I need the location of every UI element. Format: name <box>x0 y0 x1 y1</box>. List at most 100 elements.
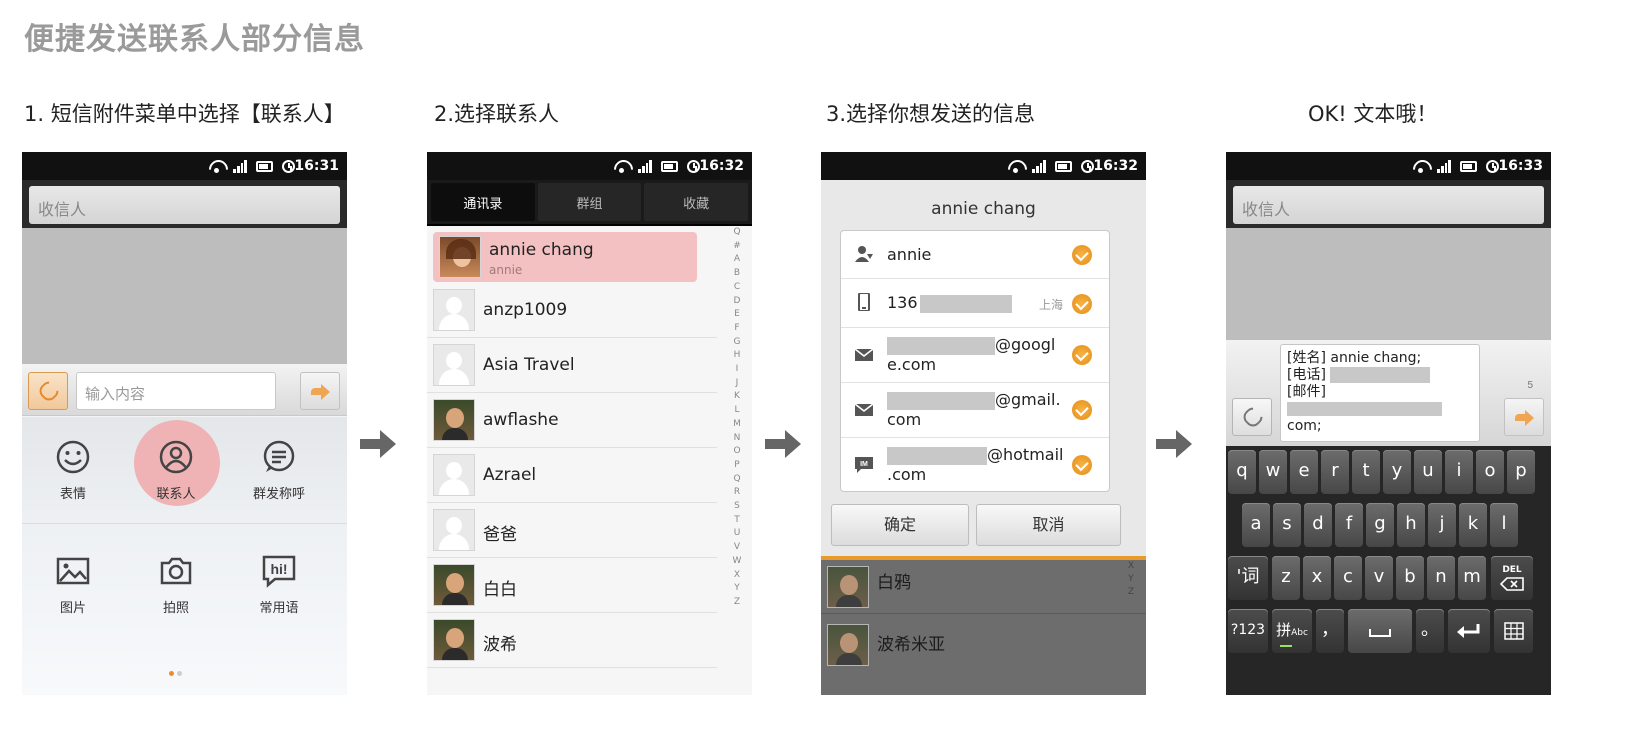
key[interactable]: n <box>1427 556 1455 600</box>
key[interactable]: h <box>1397 503 1425 547</box>
checked-icon[interactable] <box>1072 345 1092 365</box>
index-letter[interactable]: Y <box>734 582 740 596</box>
key[interactable]: r <box>1321 450 1349 494</box>
contact-row[interactable]: 白白 <box>427 558 717 613</box>
key[interactable]: e <box>1290 450 1318 494</box>
index-letter[interactable]: Q <box>733 473 740 487</box>
key[interactable]: d <box>1304 503 1332 547</box>
key[interactable]: j <box>1428 503 1456 547</box>
key[interactable]: b <box>1396 556 1424 600</box>
send-button[interactable] <box>300 372 340 410</box>
confirm-button[interactable]: 确定 <box>831 504 969 546</box>
key[interactable]: p <box>1507 450 1535 494</box>
index-letter[interactable]: M <box>733 418 741 432</box>
pinyin-key[interactable]: 拼Abc <box>1272 609 1312 653</box>
attach-button[interactable] <box>28 372 68 410</box>
attach-group-salutation[interactable]: 群发称呼 <box>229 437 329 502</box>
index-letter[interactable]: T <box>734 514 740 528</box>
tab-contacts[interactable]: 通讯录 <box>431 183 535 221</box>
attach-camera[interactable]: 拍照 <box>126 551 226 616</box>
index-letter[interactable]: P <box>734 459 739 473</box>
index-letter[interactable]: F <box>734 322 739 336</box>
key[interactable]: q <box>1228 450 1256 494</box>
key[interactable]: s <box>1273 503 1301 547</box>
index-letter[interactable]: U <box>734 527 741 541</box>
key[interactable]: m <box>1458 556 1486 600</box>
key[interactable]: g <box>1366 503 1394 547</box>
option-row[interactable]: 136 上海 <box>841 279 1109 328</box>
index-letter[interactable]: H <box>734 349 741 363</box>
space-key[interactable] <box>1348 609 1412 653</box>
key[interactable]: f <box>1335 503 1363 547</box>
symbols-key[interactable]: ?123 <box>1228 609 1268 653</box>
key[interactable]: t <box>1352 450 1380 494</box>
key[interactable]: z <box>1272 556 1300 600</box>
index-letter[interactable]: N <box>734 432 741 446</box>
delete-key[interactable]: DEL <box>1491 556 1533 600</box>
option-row[interactable]: @gmail. com <box>841 383 1109 438</box>
key[interactable]: i <box>1445 450 1473 494</box>
attach-emoji[interactable]: 表情 <box>23 437 123 502</box>
index-letter[interactable]: S <box>734 500 740 514</box>
key[interactable]: x <box>1303 556 1331 600</box>
index-letter[interactable]: # <box>733 240 741 254</box>
key[interactable]: c <box>1334 556 1362 600</box>
contact-row[interactable]: anzp1009 <box>427 283 717 338</box>
message-input[interactable]: [姓名] annie chang; [电话] [邮件] com; <box>1280 344 1480 442</box>
index-letter[interactable]: W <box>733 555 742 569</box>
index-letter[interactable]: J <box>736 377 739 391</box>
index-letter[interactable]: O <box>733 445 740 459</box>
contact-row[interactable]: 爸爸 <box>427 503 717 558</box>
attach-contact[interactable]: 联系人 <box>126 437 226 502</box>
index-search-icon[interactable]: Q <box>733 226 740 240</box>
alphabet-index[interactable]: Q # A B C D E F G H I J K L M N O P Q R … <box>730 226 744 610</box>
checked-icon[interactable] <box>1072 245 1092 265</box>
key[interactable]: l <box>1490 503 1518 547</box>
option-row[interactable]: annie <box>841 231 1109 279</box>
key[interactable]: u <box>1414 450 1442 494</box>
keypad-key[interactable] <box>1494 609 1533 653</box>
contact-row[interactable]: Azrael <box>427 448 717 503</box>
attach-phrases[interactable]: hi! 常用语 <box>229 551 329 616</box>
index-letter[interactable]: L <box>734 404 739 418</box>
index-letter[interactable]: C <box>734 281 740 295</box>
index-letter[interactable]: V <box>734 541 740 555</box>
tab-groups[interactable]: 群组 <box>537 183 642 221</box>
comma-key[interactable]: ， <box>1316 609 1344 653</box>
tab-favorites[interactable]: 收藏 <box>644 183 749 221</box>
index-letter[interactable]: R <box>734 486 740 500</box>
option-row[interactable]: IM @hotmail .com <box>841 438 1109 493</box>
contact-row[interactable]: annie chang annie <box>433 232 697 282</box>
index-letter[interactable]: E <box>734 308 740 322</box>
checked-icon[interactable] <box>1072 455 1092 475</box>
key[interactable]: w <box>1259 450 1287 494</box>
send-button[interactable] <box>1504 398 1544 436</box>
recipient-input[interactable]: 收信人 <box>29 186 340 224</box>
index-letter[interactable]: D <box>734 295 741 309</box>
index-letter[interactable]: G <box>734 336 741 350</box>
index-letter[interactable]: X <box>734 569 740 583</box>
key[interactable]: y <box>1383 450 1411 494</box>
index-letter[interactable]: Z <box>734 596 740 610</box>
recipient-input[interactable]: 收信人 <box>1233 186 1544 224</box>
word-key[interactable]: '词 <box>1228 556 1268 600</box>
key[interactable]: v <box>1365 556 1393 600</box>
contact-row[interactable]: Asia Travel <box>427 338 717 393</box>
index-letter[interactable]: B <box>734 267 740 281</box>
checked-icon[interactable] <box>1072 294 1092 314</box>
enter-key[interactable] <box>1448 609 1490 653</box>
contact-row[interactable]: 波希 <box>427 613 717 668</box>
checked-icon[interactable] <box>1072 400 1092 420</box>
attach-image[interactable]: 图片 <box>23 551 123 616</box>
index-letter[interactable]: A <box>734 253 740 267</box>
message-input[interactable]: 输入内容 <box>76 372 276 410</box>
key[interactable]: k <box>1459 503 1487 547</box>
period-key[interactable]: 。 <box>1416 609 1444 653</box>
contact-row[interactable]: awflashe <box>427 393 717 448</box>
cancel-button[interactable]: 取消 <box>976 504 1121 546</box>
index-letter[interactable]: K <box>734 390 740 404</box>
key[interactable]: a <box>1242 503 1270 547</box>
index-letter[interactable]: I <box>736 363 739 377</box>
option-row[interactable]: @googl e.com <box>841 328 1109 383</box>
key[interactable]: o <box>1476 450 1504 494</box>
